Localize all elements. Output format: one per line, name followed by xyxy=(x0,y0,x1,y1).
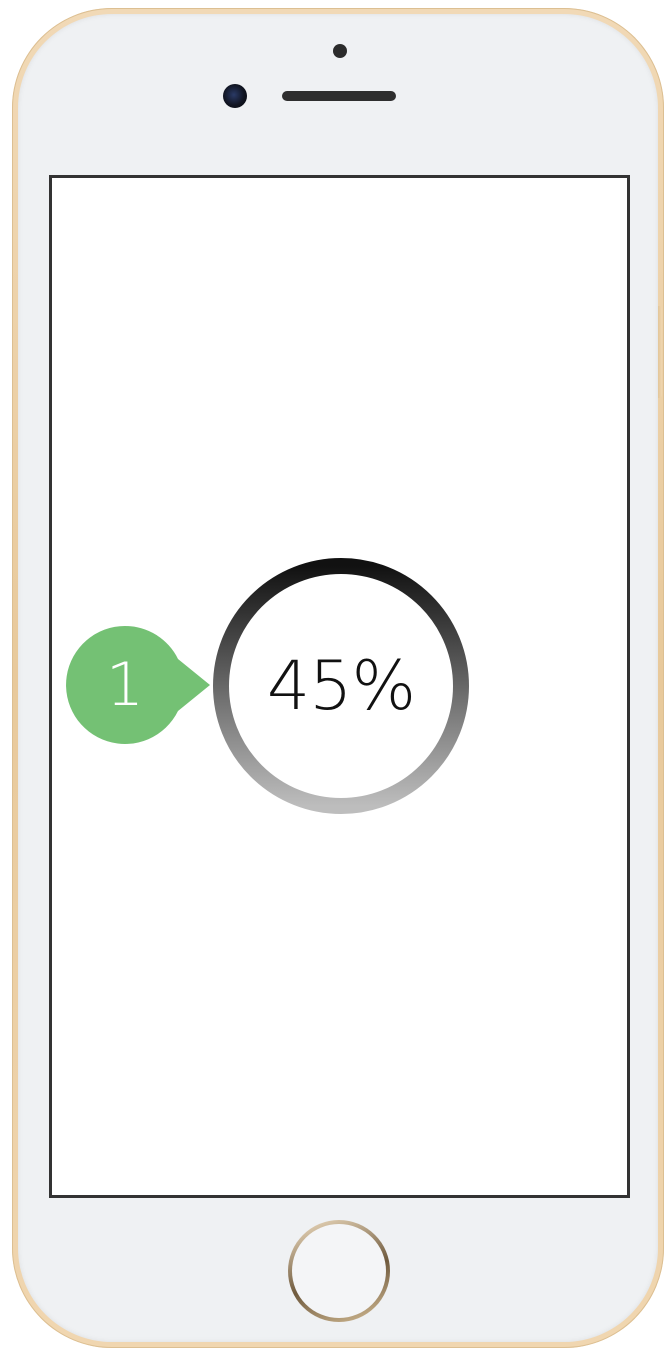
proximity-sensor-icon xyxy=(333,44,347,58)
progress-percent-label: 45% xyxy=(266,646,416,726)
callout-number: 1 xyxy=(105,650,145,720)
home-button-icon xyxy=(292,1224,386,1318)
home-button[interactable] xyxy=(288,1220,390,1322)
earpiece-speaker-icon xyxy=(282,91,396,101)
phone-mockup-stage: 45% 1 xyxy=(0,0,667,1355)
front-camera-icon xyxy=(223,84,247,108)
